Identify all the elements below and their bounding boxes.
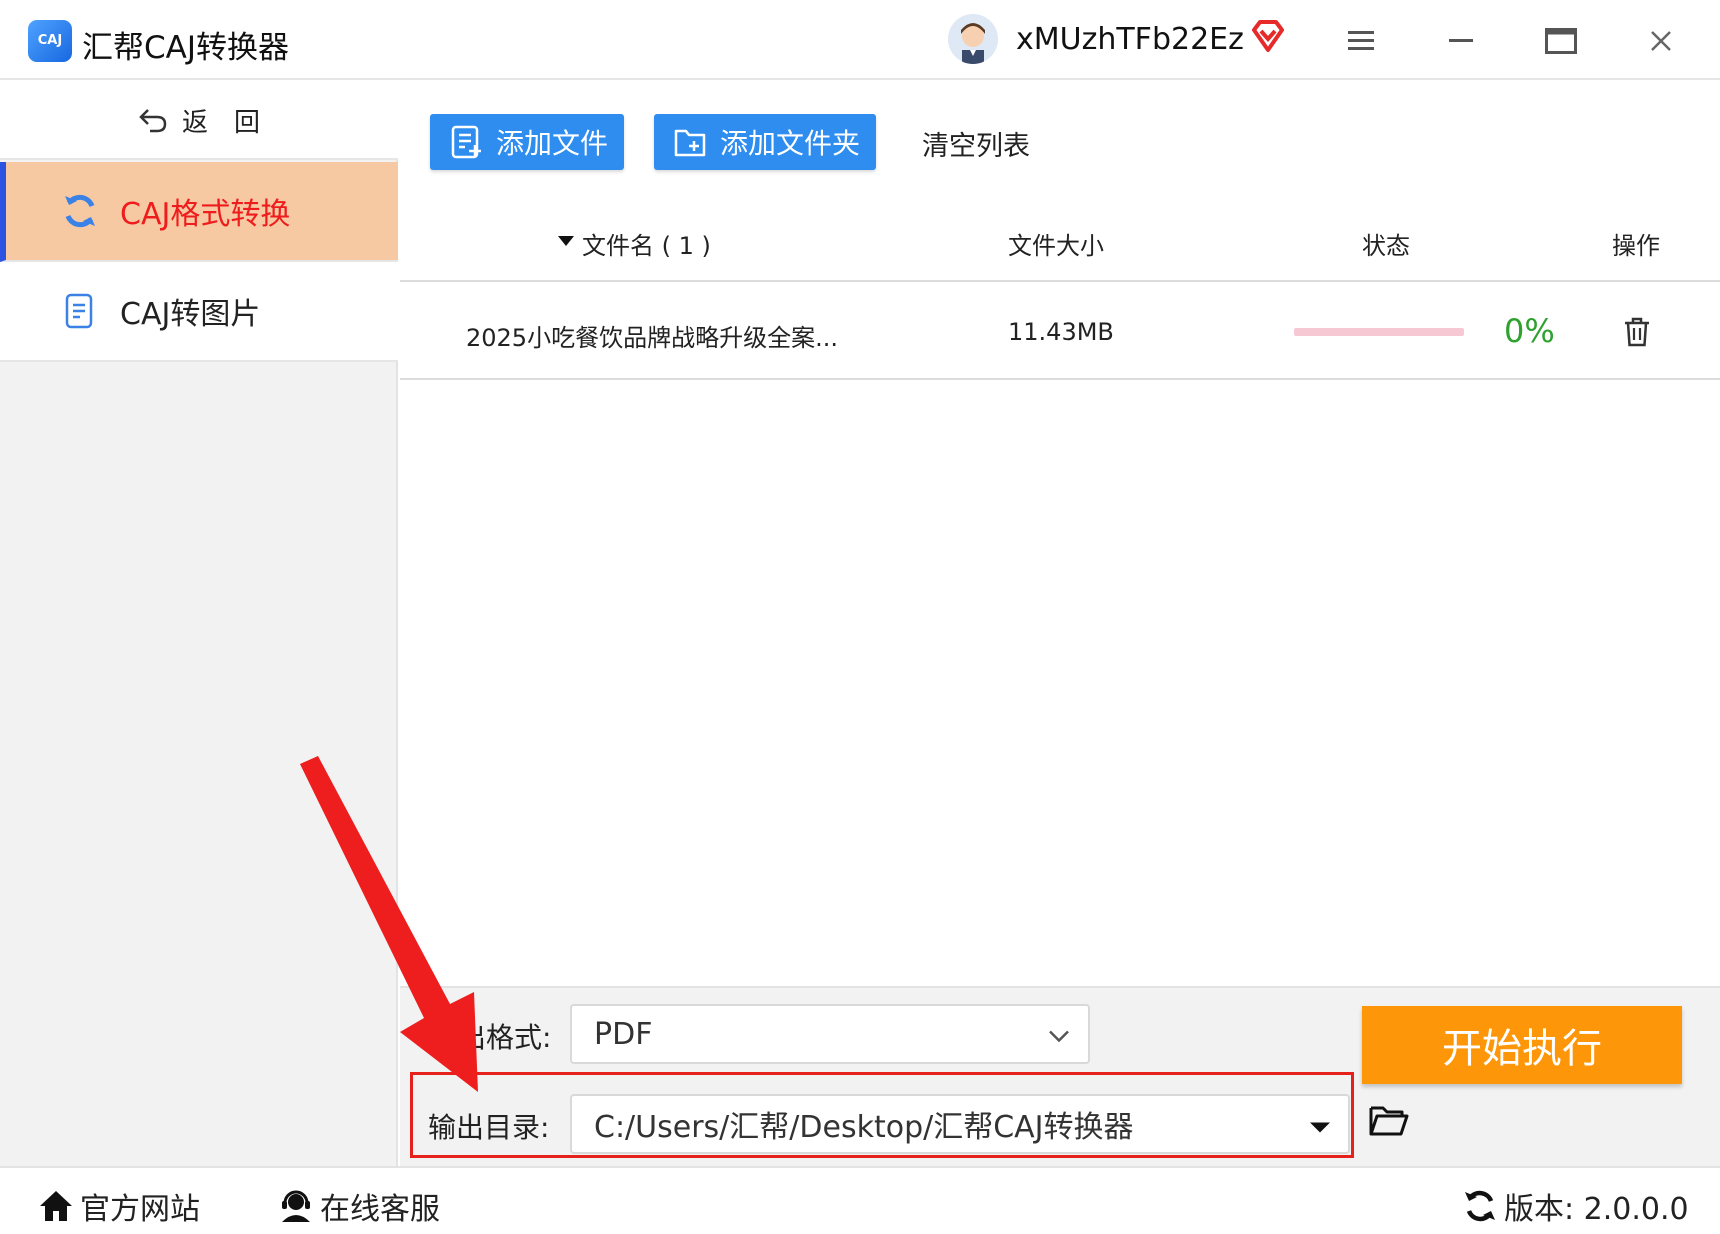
back-button[interactable]: 返 回 bbox=[0, 82, 398, 160]
website-label: 官方网站 bbox=[80, 1192, 200, 1227]
column-action: 操作 bbox=[1612, 232, 1660, 260]
add-folder-label: 添加文件夹 bbox=[720, 127, 861, 160]
user-avatar[interactable] bbox=[948, 14, 998, 64]
add-folder-icon bbox=[674, 129, 706, 157]
document-icon bbox=[60, 291, 100, 331]
sidebar: 返 回 CAJ格式转换 CAJ转图片 bbox=[0, 82, 398, 1166]
annotation-highlight-box bbox=[410, 1072, 1354, 1158]
app-logo: CAJ bbox=[28, 20, 72, 62]
minimize-icon[interactable] bbox=[1436, 18, 1486, 64]
delete-icon[interactable] bbox=[1622, 316, 1652, 348]
avatar-icon bbox=[948, 14, 998, 64]
version-label: 版本: 2.0.0.0 bbox=[1504, 1192, 1689, 1227]
sidebar-item-caj-to-image[interactable]: CAJ转图片 bbox=[0, 262, 398, 362]
chevron-down-icon bbox=[1048, 1017, 1070, 1052]
add-file-label: 添加文件 bbox=[496, 127, 609, 160]
official-website-link[interactable]: 官方网站 bbox=[38, 1184, 200, 1228]
table-header: 文件名 ( 1 ) 文件大小 状态 操作 bbox=[400, 200, 1720, 282]
online-support-link[interactable]: 在线客服 bbox=[278, 1184, 440, 1228]
title-bar: CAJ 汇帮CAJ转换器 xMUzhTFb22Ez bbox=[0, 0, 1720, 80]
app-title: 汇帮CAJ转换器 bbox=[82, 30, 289, 66]
close-icon[interactable] bbox=[1636, 18, 1686, 64]
vip-diamond-icon[interactable] bbox=[1250, 18, 1286, 54]
column-status: 状态 bbox=[1362, 232, 1410, 260]
add-file-button[interactable]: 添加文件 bbox=[430, 114, 624, 170]
status-bar: 官方网站 在线客服 版本: 2.0.0.0 bbox=[0, 1166, 1720, 1234]
table-row[interactable]: 2025小吃餐饮品牌战略升级全案... 11.43MB 0% bbox=[400, 284, 1720, 380]
row-size: 11.43MB bbox=[1008, 318, 1114, 346]
sidebar-item-caj-format-convert[interactable]: CAJ格式转换 bbox=[0, 162, 398, 262]
clear-list-button[interactable]: 清空列表 bbox=[922, 124, 1030, 163]
format-label: 出格式: bbox=[458, 1021, 552, 1054]
progress-bar bbox=[1294, 328, 1464, 336]
main-panel: 添加文件 添加文件夹 清空列表 文件名 ( 1 ) 文件大小 状态 操作 202… bbox=[400, 82, 1720, 984]
refresh-icon bbox=[60, 191, 100, 231]
sidebar-item-label: CAJ转图片 bbox=[120, 297, 261, 332]
username[interactable]: xMUzhTFb22Ez bbox=[1016, 22, 1244, 57]
add-file-icon bbox=[451, 125, 481, 159]
format-select[interactable]: PDF bbox=[570, 1004, 1090, 1064]
version-info[interactable]: 版本: 2.0.0.0 bbox=[1462, 1184, 1689, 1228]
start-button[interactable]: 开始执行 bbox=[1362, 1006, 1682, 1084]
format-value: PDF bbox=[594, 1016, 653, 1052]
home-icon bbox=[40, 1191, 72, 1221]
headset-icon bbox=[282, 1190, 310, 1222]
sidebar-item-label: CAJ格式转换 bbox=[120, 197, 291, 232]
column-size: 文件大小 bbox=[1008, 232, 1104, 260]
update-icon bbox=[1465, 1190, 1495, 1222]
add-folder-button[interactable]: 添加文件夹 bbox=[654, 114, 876, 170]
menu-icon[interactable] bbox=[1336, 18, 1386, 64]
back-label: 返 回 bbox=[181, 107, 260, 138]
progress-percent: 0% bbox=[1504, 312, 1555, 350]
sort-caret-icon[interactable] bbox=[558, 226, 574, 254]
support-label: 在线客服 bbox=[320, 1192, 440, 1227]
row-filename: 2025小吃餐饮品牌战略升级全案... bbox=[466, 324, 838, 352]
back-arrow-icon bbox=[139, 109, 167, 133]
maximize-icon[interactable] bbox=[1536, 18, 1586, 64]
open-folder-icon[interactable] bbox=[1368, 1102, 1410, 1138]
column-filename[interactable]: 文件名 ( 1 ) bbox=[582, 226, 711, 261]
